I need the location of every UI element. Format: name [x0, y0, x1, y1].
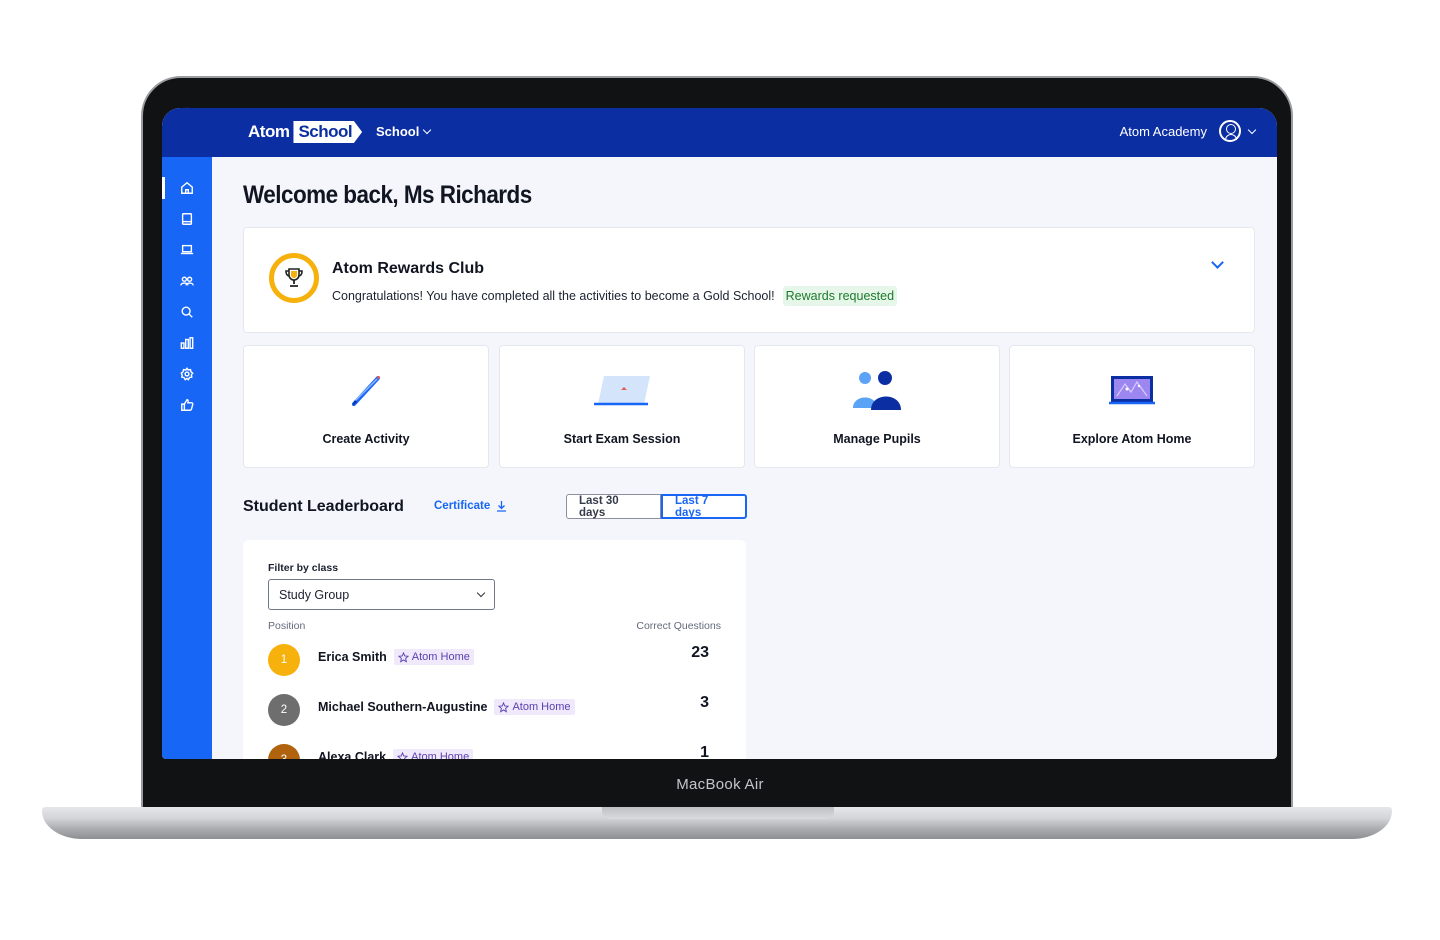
- search-icon: [181, 306, 193, 318]
- chevron-down-icon: [423, 125, 432, 135]
- student-name-text: Erica Smith: [318, 650, 387, 664]
- sidebar-item-library[interactable]: [179, 211, 195, 227]
- pencil-icon: [346, 370, 386, 415]
- sidebar: [162, 157, 212, 759]
- rank-badge: 1: [268, 644, 300, 676]
- student-name-text: Michael Southern-Augustine: [318, 700, 488, 714]
- certificate-download-link[interactable]: Certificate: [434, 500, 507, 512]
- laptop-icon: [180, 244, 194, 255]
- main-content: Welcome back, Ms Richards Atom Rewards C…: [212, 157, 1277, 759]
- atom-home-tag: Atom Home: [393, 649, 474, 665]
- leaderboard-card: Filter by class Study Group Position Cor…: [243, 540, 746, 759]
- logo-word-atom: Atom: [248, 122, 290, 141]
- class-filter-value: Study Group: [279, 587, 350, 602]
- leaderboard-row: 3 Alexa Clark Atom Home 1: [268, 740, 721, 759]
- top-navigation-bar: Atom School School Atom Academy: [162, 108, 1277, 157]
- user-avatar-icon: [1219, 120, 1241, 142]
- atom-home-tag: Atom Home: [393, 749, 474, 759]
- rewards-message: Congratulations! You have completed all …: [332, 286, 898, 306]
- atom-home-tag-label: Atom Home: [411, 751, 470, 759]
- explore-atom-home-card[interactable]: Explore Atom Home: [1009, 345, 1255, 468]
- rewards-message-text: Congratulations! You have completed all …: [332, 289, 775, 303]
- star-icon: [397, 651, 409, 663]
- range-last-30-days[interactable]: Last 30 days: [566, 494, 661, 519]
- sidebar-active-indicator: [162, 177, 165, 199]
- student-name[interactable]: Michael Southern-Augustine Atom Home: [318, 699, 575, 715]
- sidebar-item-feedback[interactable]: [179, 397, 195, 413]
- atom-home-tag-label: Atom Home: [411, 651, 470, 663]
- column-header-correct-questions: Correct Questions: [636, 620, 721, 632]
- sidebar-item-home[interactable]: [179, 180, 195, 196]
- exam-laptop-icon: [592, 370, 652, 415]
- device-label: MacBook Air: [676, 776, 764, 793]
- start-exam-session-card[interactable]: Start Exam Session: [499, 345, 745, 468]
- manage-pupils-label: Manage Pupils: [833, 432, 921, 446]
- create-activity-label: Create Activity: [322, 432, 410, 446]
- leaderboard-row: 1 Erica Smith Atom Home 23: [268, 640, 721, 676]
- expand-chevron-icon[interactable]: [1211, 256, 1224, 269]
- student-name[interactable]: Alexa Clark Atom Home: [318, 749, 474, 759]
- pupils-icon: [849, 370, 905, 417]
- trophy-icon: [269, 253, 319, 303]
- page-title: Welcome back, Ms Richards: [243, 181, 532, 209]
- sidebar-item-reports[interactable]: [179, 335, 195, 351]
- atom-home-monitor-icon: [1107, 370, 1157, 415]
- sidebar-item-devices[interactable]: [179, 242, 195, 258]
- account-menu[interactable]: Atom Academy: [1119, 120, 1257, 142]
- settings-icon: [180, 367, 194, 381]
- app-screen: Atom School School Atom Academy Welcome …: [162, 108, 1277, 759]
- sidebar-item-search[interactable]: [179, 304, 195, 320]
- column-header-position: Position: [268, 620, 306, 632]
- student-score: 23: [691, 644, 709, 661]
- chevron-down-icon: [476, 588, 486, 598]
- certificate-label: Certificate: [434, 500, 491, 512]
- star-icon: [397, 751, 409, 759]
- student-score: 1: [700, 744, 709, 759]
- date-range-toggle: Last 30 days Last 7 days: [566, 494, 747, 519]
- logo-word-school: School: [293, 121, 363, 143]
- school-menu-label: School: [376, 124, 420, 139]
- chevron-down-icon: [1247, 125, 1257, 134]
- leaderboard-title: Student Leaderboard: [243, 498, 404, 515]
- filter-label: Filter by class: [268, 562, 339, 574]
- rewards-club-card: Atom Rewards Club Congratulations! You h…: [243, 227, 1255, 333]
- rewards-title: Atom Rewards Club: [332, 260, 485, 277]
- class-filter-select[interactable]: Study Group: [268, 579, 495, 610]
- sidebar-item-pupils[interactable]: [179, 273, 195, 289]
- thumbs-up-icon: [181, 399, 194, 411]
- rank-badge: 3: [268, 744, 300, 759]
- users-icon: [180, 276, 194, 286]
- sidebar-item-settings[interactable]: [179, 366, 195, 382]
- leaderboard-row: 2 Michael Southern-Augustine Atom Home 3: [268, 690, 721, 726]
- download-icon: [497, 501, 507, 512]
- start-exam-session-label: Start Exam Session: [563, 432, 681, 446]
- book-icon: [181, 213, 193, 225]
- bar-chart-icon: [180, 337, 194, 349]
- student-score: 3: [700, 694, 709, 711]
- laptop-base-notch: [602, 807, 834, 819]
- range-last-7-days[interactable]: Last 7 days: [661, 494, 747, 519]
- create-activity-card[interactable]: Create Activity: [243, 345, 489, 468]
- school-menu[interactable]: School: [376, 124, 432, 139]
- atom-home-tag: Atom Home: [494, 699, 575, 715]
- home-icon: [181, 181, 193, 194]
- explore-atom-home-label: Explore Atom Home: [1072, 432, 1192, 446]
- student-name-text: Alexa Clark: [318, 750, 387, 759]
- rewards-status-badge: Rewards requested: [782, 286, 898, 306]
- rank-badge: 2: [268, 694, 300, 726]
- atom-school-logo[interactable]: Atom School: [248, 120, 363, 144]
- star-icon: [498, 701, 510, 713]
- student-name[interactable]: Erica Smith Atom Home: [318, 649, 474, 665]
- account-name: Atom Academy: [1119, 123, 1207, 139]
- manage-pupils-card[interactable]: Manage Pupils: [754, 345, 1000, 468]
- atom-home-tag-label: Atom Home: [512, 701, 571, 713]
